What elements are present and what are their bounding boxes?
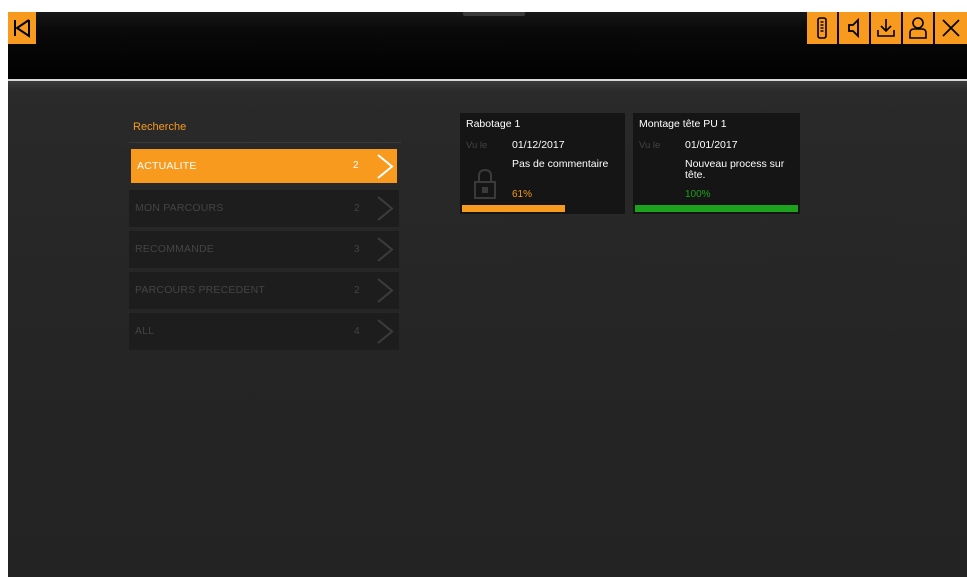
category-parcours-precedent[interactable]: PARCOURS PRECEDENT 2 [129,272,399,309]
course-card[interactable]: Rabotage 1 Vu le 01/12/2017 Pas de comme… [460,113,625,214]
category-label: RECOMMANDE [135,243,215,255]
category-recommande[interactable]: RECOMMANDE 3 [129,231,399,268]
sound-button[interactable] [839,12,869,44]
card-date: 01/01/2017 [685,139,738,151]
card-comment: Pas de commentaire [512,158,609,170]
top-tab-handle[interactable] [463,12,525,16]
category-label: ACTUALITE [137,160,197,172]
top-toolbar [8,12,967,79]
card-progress-percent: 100% [685,189,711,200]
category-mon-parcours[interactable]: MON PARCOURS 2 [129,190,399,227]
category-count: 4 [354,326,360,337]
card-date: 01/12/2017 [512,139,565,151]
back-button[interactable] [8,12,36,44]
category-label: ALL [135,325,155,337]
toolbar-shadow [8,81,967,91]
category-count: 3 [354,244,360,255]
category-actualite[interactable]: ACTUALITE 2 [131,149,397,183]
remote-icon [817,17,827,39]
search-underline [129,142,401,143]
category-count: 2 [353,160,359,171]
category-all[interactable]: ALL 4 [129,313,399,350]
category-label: MON PARCOURS [135,202,224,214]
back-icon [14,19,30,38]
chevron-right-icon [377,196,394,221]
search-title: Recherche [133,121,187,133]
card-title: Montage tête PU 1 [639,118,727,130]
card-comment: Nouveau process sur tête. [685,158,785,181]
card-progress-fill [635,205,798,212]
lock-icon [474,168,496,199]
card-title: Rabotage 1 [466,118,521,130]
course-card[interactable]: Montage tête PU 1 Vu le 01/01/2017 Nouve… [633,113,800,214]
download-button[interactable] [871,12,901,44]
category-count: 2 [354,285,360,296]
user-button[interactable] [903,12,933,44]
card-progress-fill [462,205,566,212]
close-icon [942,19,960,37]
chevron-right-icon [377,154,394,179]
remote-button[interactable] [807,12,837,44]
user-icon [909,17,927,39]
card-seen-label: Vu le [466,140,488,151]
category-count: 2 [354,203,360,214]
card-progress-track [635,205,798,212]
app-window: Recherche ACTUALITE 2 MON PARCOURS 2 REC… [8,12,967,577]
card-progress-track [462,205,623,212]
category-label: PARCOURS PRECEDENT [135,284,266,296]
chevron-right-icon [377,237,394,262]
download-icon [877,19,895,37]
chevron-right-icon [377,278,394,303]
close-button[interactable] [935,12,967,44]
card-seen-label: Vu le [639,140,661,151]
card-progress-percent: 61% [512,189,533,200]
sound-icon [848,17,859,39]
chevron-right-icon [377,319,394,344]
